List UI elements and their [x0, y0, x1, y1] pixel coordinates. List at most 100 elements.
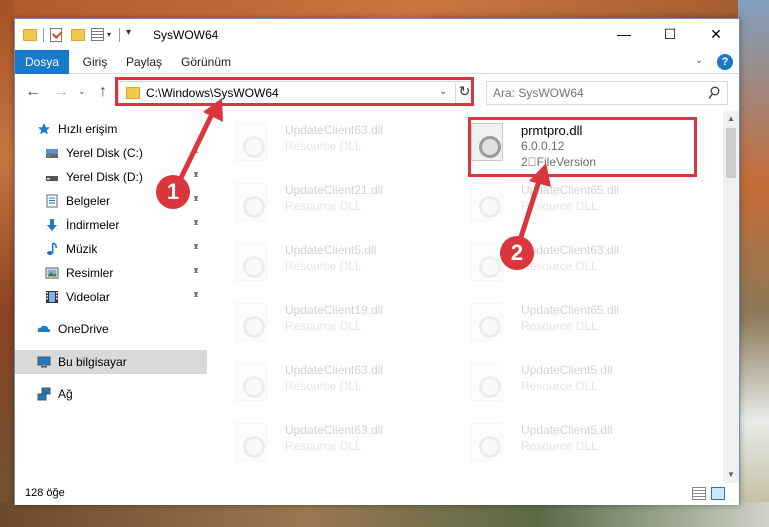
recent-locations-icon[interactable]: ⌄ [78, 86, 86, 97]
file-highlight [468, 117, 697, 177]
properties-check-icon[interactable] [50, 28, 62, 42]
file-type: Resource DLL [285, 439, 362, 453]
file-item[interactable]: UpdateClient5.dll Resource DLL [467, 419, 697, 471]
tiles-view-icon[interactable] [711, 487, 725, 500]
file-item[interactable]: UpdateClient5.dll Resource DLL [467, 359, 697, 411]
sidebar-item-label: Belgeler [66, 194, 111, 208]
scroll-thumb[interactable] [726, 128, 736, 178]
folder-icon [23, 29, 37, 41]
file-type: Resource DLL [521, 259, 598, 273]
file-item[interactable]: UpdateClient63.dll Resource DLL [231, 359, 461, 411]
file-item[interactable]: UpdateClient5.dll Resource DLL [231, 239, 461, 291]
pin-icon[interactable] [191, 171, 201, 181]
help-icon[interactable]: ? [717, 54, 733, 70]
sidebar-item-music[interactable]: Müzik [15, 237, 207, 261]
dll-file-icon [471, 363, 503, 401]
properties-list-icon[interactable] [91, 28, 104, 41]
file-item[interactable]: UpdateClient21.dll Resource DLL [231, 179, 461, 231]
cloud-icon [37, 325, 50, 332]
file-type: Resource DLL [285, 319, 362, 333]
sidebar-item-onedrive[interactable]: OneDrive [15, 317, 207, 341]
drive-icon [46, 149, 58, 158]
sidebar-item-local-disk-c[interactable]: Yerel Disk (C:) [15, 141, 207, 165]
tab-view[interactable]: Görünüm [175, 50, 237, 74]
back-arrow-icon[interactable]: ← [25, 83, 41, 101]
dll-file-icon [235, 423, 267, 461]
navigation-pane: Hızlı erişim Yerel Disk (C:) Yerel Disk … [15, 111, 207, 474]
file-item[interactable]: UpdateClient19.dll Resource DLL [231, 299, 461, 351]
up-arrow-icon[interactable]: ↑ [99, 83, 107, 101]
file-item[interactable]: UpdateClient65.dll Resource DLL [467, 179, 697, 231]
dll-file-icon [471, 243, 503, 281]
file-item[interactable]: UpdateClient63.dll Resource DLL [231, 419, 461, 471]
pin-icon[interactable] [191, 219, 201, 229]
sidebar-item-quick-access[interactable]: Hızlı erişim [15, 117, 207, 141]
search-box[interactable] [486, 81, 728, 105]
sidebar-item-this-pc[interactable]: Bu bilgisayar [15, 350, 207, 374]
file-item[interactable]: UpdateClient63.dll Resource DLL [231, 119, 461, 171]
customize-toolbar-icon[interactable]: ▾ [126, 27, 131, 43]
search-icon[interactable] [708, 86, 720, 100]
sidebar-item-downloads[interactable]: İndirmeler [15, 213, 207, 237]
tab-share[interactable]: Paylaş [119, 50, 169, 74]
dll-file-icon [235, 123, 267, 161]
star-icon [38, 123, 50, 135]
dll-file-icon [471, 423, 503, 461]
tab-home[interactable]: Giriş [75, 50, 115, 74]
sidebar-item-label: Yerel Disk (D:) [66, 170, 143, 184]
sidebar-item-label: İndirmeler [66, 218, 120, 232]
file-type: Resource DLL [285, 139, 362, 153]
drive-icon [46, 176, 58, 181]
file-name: UpdateClient19.dll [285, 303, 384, 317]
close-button[interactable]: ✕ [693, 19, 739, 50]
file-name: UpdateClient63.dll [285, 363, 384, 377]
pin-icon[interactable] [191, 243, 201, 253]
step-2-badge: 2 [500, 236, 534, 270]
computer-icon [37, 356, 51, 368]
network-icon [37, 387, 51, 401]
pin-icon[interactable] [191, 291, 201, 301]
sidebar-item-network[interactable]: Ağ [15, 382, 207, 406]
dll-file-icon [471, 183, 503, 221]
vertical-scrollbar[interactable]: ▲ ▼ [723, 111, 739, 483]
new-folder-icon[interactable] [71, 29, 85, 41]
sidebar-item-label: Ağ [58, 387, 73, 401]
search-input[interactable] [493, 85, 693, 101]
file-name: UpdateClient63.dll [285, 123, 384, 137]
scroll-up-icon[interactable]: ▲ [723, 111, 739, 127]
file-type: Resource DLL [521, 379, 598, 393]
pin-icon[interactable] [191, 195, 201, 205]
file-name: UpdateClient65.dll [521, 303, 620, 317]
dll-file-icon [235, 363, 267, 401]
ribbon-tabs: Dosya Giriş Paylaş Görünüm ⌄ ? [15, 50, 739, 74]
window-title: SysWOW64 [153, 28, 219, 42]
sidebar-item-label: Müzik [66, 242, 98, 256]
item-count: 128 öğe [25, 487, 65, 499]
desktop-background-right [738, 0, 769, 527]
forward-arrow-icon[interactable]: → [53, 83, 69, 101]
file-type: Resource DLL [285, 379, 362, 393]
details-view-icon[interactable] [692, 487, 706, 500]
tab-file[interactable]: Dosya [15, 50, 69, 74]
file-name: UpdateClient5.dll [285, 243, 377, 257]
download-icon [47, 219, 57, 231]
maximize-button[interactable]: ☐ [647, 19, 693, 50]
toolbar-divider [119, 28, 120, 42]
file-type: Resource DLL [521, 199, 598, 213]
music-icon [47, 242, 57, 255]
desktop-background-left [0, 0, 14, 527]
minimize-button[interactable]: — [601, 19, 647, 50]
desktop-background-bottom [0, 502, 769, 527]
sidebar-item-videos[interactable]: Videolar [15, 285, 207, 309]
expand-ribbon-icon[interactable]: ⌄ [695, 55, 703, 66]
file-type: Resource DLL [285, 199, 362, 213]
sidebar-item-label: OneDrive [58, 322, 109, 336]
status-bar: 128 öğe [15, 483, 739, 505]
scroll-down-icon[interactable]: ▼ [723, 467, 739, 483]
props-dropdown-icon[interactable]: ▾ [107, 30, 111, 46]
pin-icon[interactable] [191, 267, 201, 277]
file-type: Resource DLL [285, 259, 362, 273]
sidebar-item-pictures[interactable]: Resimler [15, 261, 207, 285]
pin-icon[interactable] [191, 147, 201, 157]
file-item[interactable]: UpdateClient65.dll Resource DLL [467, 299, 697, 351]
